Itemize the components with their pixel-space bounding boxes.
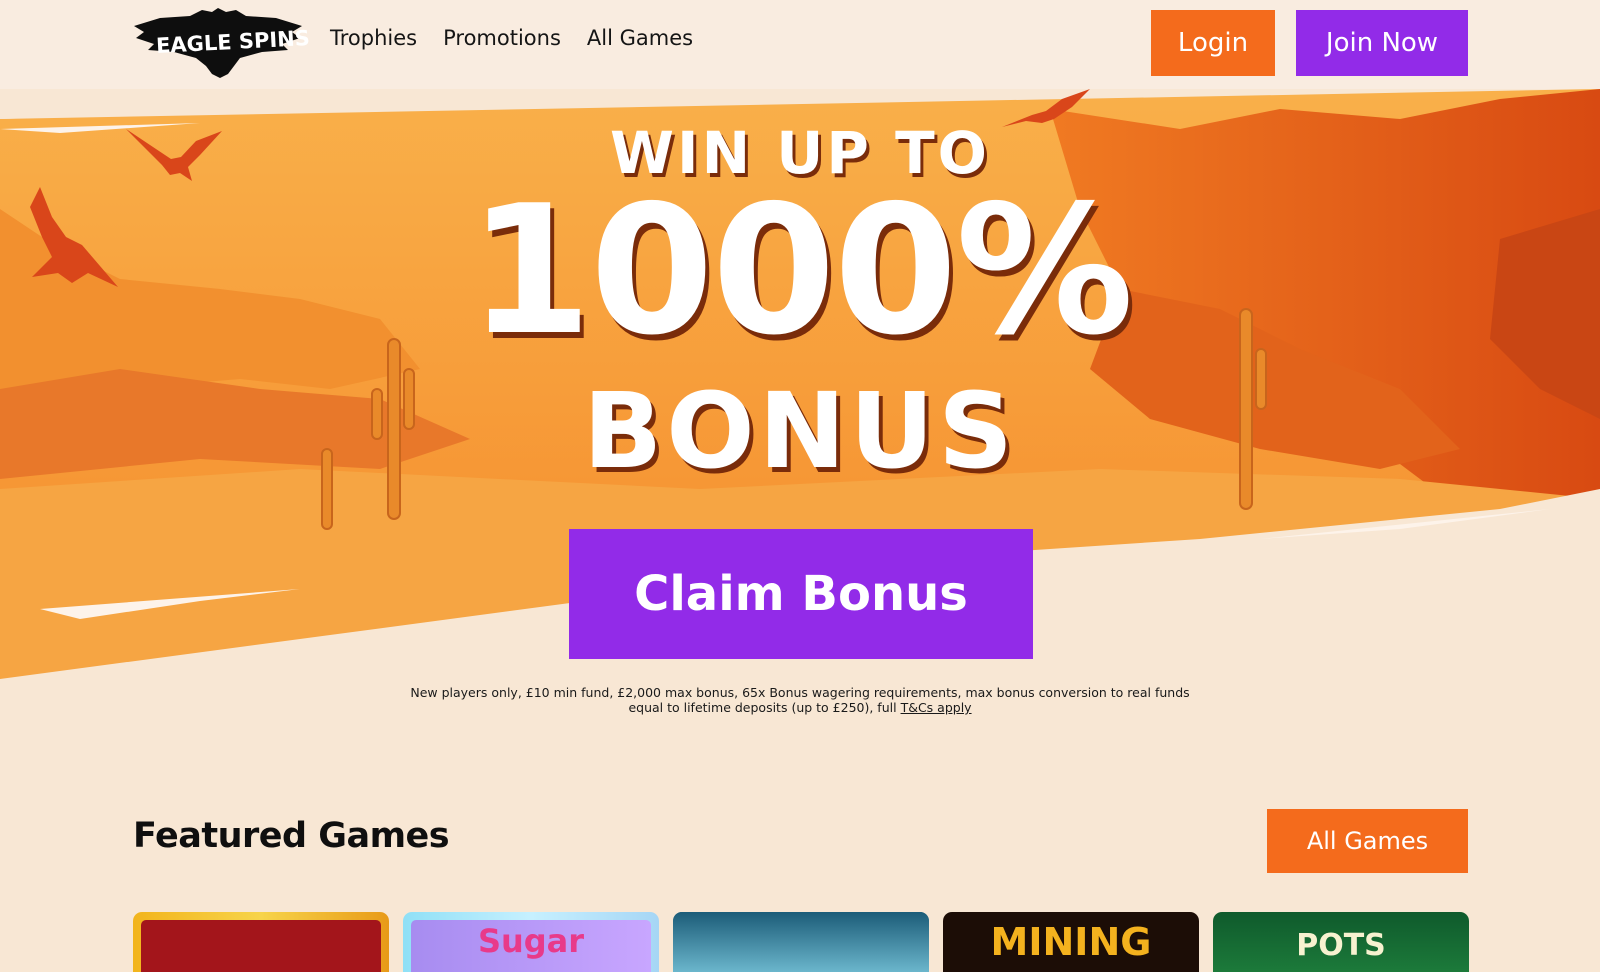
terms-text: New players only, £10 min fund, £2,000 m… — [410, 685, 1190, 715]
featured-games-heading: Featured Games — [133, 816, 450, 856]
game-tile-label: POTS — [1296, 928, 1386, 963]
hero-headline-percent: 1000% — [468, 167, 1134, 374]
nav-promotions[interactable]: Promotions — [443, 26, 561, 50]
game-tile-1[interactable] — [133, 912, 389, 972]
game-tile-label: Sugar — [477, 922, 585, 960]
terms-link[interactable]: T&Cs apply — [901, 700, 972, 715]
main-nav: Trophies Promotions All Games — [330, 26, 693, 50]
nav-all-games[interactable]: All Games — [587, 26, 693, 50]
nav-trophies[interactable]: Trophies — [330, 26, 417, 50]
game-tile-mining[interactable]: MINING — [943, 912, 1199, 972]
all-games-button[interactable]: All Games — [1267, 809, 1468, 873]
join-now-button[interactable]: Join Now — [1296, 10, 1468, 76]
featured-games-list: Sugar MINING POTS — [133, 912, 1469, 972]
site-header: EAGLE SPINS Trophies Promotions All Game… — [0, 0, 1600, 89]
game-tile-sugar[interactable]: Sugar — [403, 912, 659, 972]
game-tile-label: MINING — [990, 920, 1152, 964]
login-button[interactable]: Login — [1151, 10, 1275, 76]
game-tile-3[interactable] — [673, 912, 929, 972]
claim-bonus-button[interactable]: Claim Bonus — [569, 529, 1033, 659]
game-tile-pots[interactable]: POTS — [1213, 912, 1469, 972]
hero-banner: WIN UP TO 1000% BONUS Claim Bonus — [0, 89, 1600, 709]
eagle-spins-logo[interactable]: EAGLE SPINS — [132, 8, 310, 78]
bonus-terms: New players only, £10 min fund, £2,000 m… — [400, 685, 1200, 715]
hero-headline-bonus: BONUS — [582, 370, 1018, 492]
